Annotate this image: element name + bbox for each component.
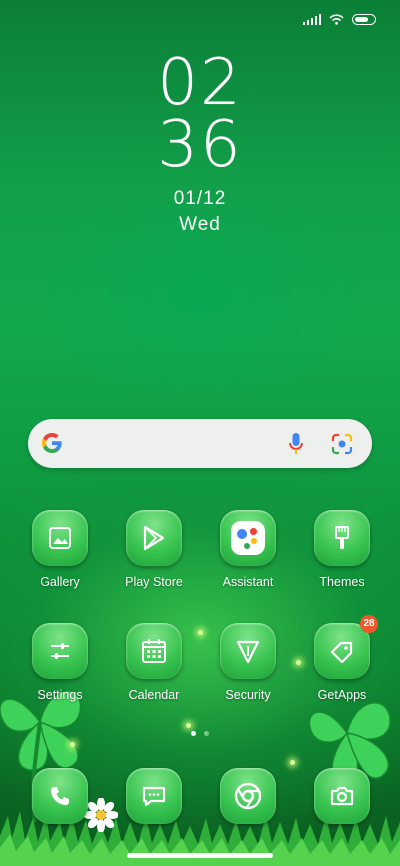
dock-phone[interactable] <box>20 768 100 824</box>
assistant-icon <box>220 510 276 566</box>
dock-chrome[interactable] <box>208 768 288 824</box>
clock-date: 01/12 <box>173 188 227 209</box>
wifi-icon <box>329 14 344 25</box>
messages-icon <box>126 768 182 824</box>
app-label: Security <box>225 688 271 702</box>
themes-icon <box>314 510 370 566</box>
app-assistant[interactable]: Assistant <box>208 510 288 589</box>
light-sparkle <box>290 760 295 765</box>
security-icon <box>220 623 276 679</box>
mic-icon[interactable] <box>288 432 304 456</box>
dock-camera[interactable] <box>302 768 382 824</box>
page-indicator[interactable] <box>0 731 400 736</box>
app-getapps[interactable]: 28 GetApps <box>302 615 382 702</box>
phone-icon <box>32 768 88 824</box>
signal-icon <box>303 14 321 25</box>
gallery-icon <box>32 510 88 566</box>
page-dot <box>204 731 209 736</box>
notification-badge: 28 <box>360 615 378 633</box>
status-bar <box>303 14 376 25</box>
getapps-icon: 28 <box>314 615 378 679</box>
chrome-icon <box>220 768 276 824</box>
play-store-icon <box>126 510 182 566</box>
app-settings[interactable]: Settings <box>20 623 100 702</box>
clock-minutes: 36 <box>157 108 243 182</box>
app-play-store[interactable]: Play Store <box>114 510 194 589</box>
app-label: Calendar <box>128 688 180 702</box>
google-logo-icon <box>42 433 62 453</box>
camera-icon <box>314 768 370 824</box>
google-search-bar[interactable] <box>28 419 372 468</box>
light-sparkle <box>198 630 203 635</box>
app-calendar[interactable]: Calendar <box>114 623 194 702</box>
app-label: Settings <box>37 688 83 702</box>
app-label: Assistant <box>222 575 274 589</box>
app-gallery[interactable]: Gallery <box>20 510 100 589</box>
home-indicator[interactable] <box>127 853 273 858</box>
clock-widget[interactable]: 02 36 01/12 Wed <box>0 46 400 236</box>
app-label: Gallery <box>40 575 80 589</box>
page-dot-active <box>191 731 196 736</box>
app-label: Themes <box>319 575 365 589</box>
settings-icon <box>32 623 88 679</box>
app-themes[interactable]: Themes <box>302 510 382 589</box>
light-sparkle <box>186 723 191 728</box>
light-sparkle <box>296 660 301 665</box>
battery-icon <box>352 14 376 25</box>
app-label: Play Store <box>125 575 183 589</box>
app-label: GetApps <box>317 688 367 702</box>
lens-icon[interactable] <box>330 432 354 456</box>
clock-hours: 02 <box>157 46 243 120</box>
clock-day: Wed <box>179 214 221 235</box>
dock-messages[interactable] <box>114 768 194 824</box>
light-sparkle <box>70 742 75 747</box>
app-security[interactable]: Security <box>208 623 288 702</box>
calendar-icon <box>126 623 182 679</box>
